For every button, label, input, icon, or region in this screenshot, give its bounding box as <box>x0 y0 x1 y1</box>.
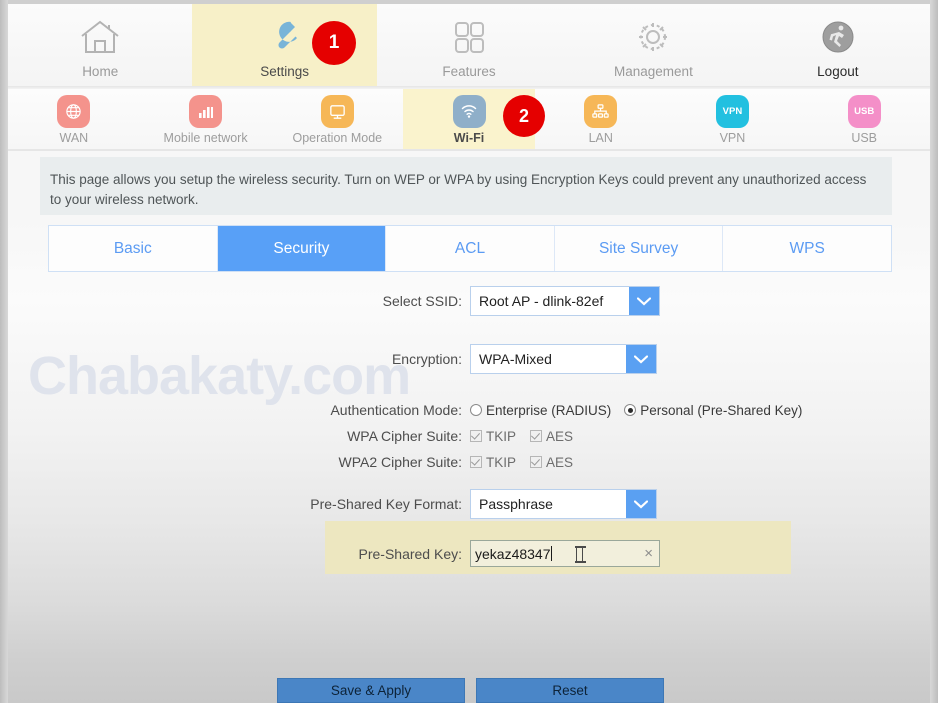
wrench-icon <box>265 17 305 57</box>
wifi-tab-bar: Basic Security ACL Site Survey WPS <box>48 225 892 272</box>
radio-label-enterprise: Enterprise (RADIUS) <box>486 402 612 418</box>
subnav-item-wan[interactable]: WAN <box>8 89 140 150</box>
chevron-down-icon[interactable] <box>626 345 656 373</box>
subnav-item-mobile-network[interactable]: Mobile network <box>140 89 272 150</box>
checkbox-checked-icon[interactable] <box>530 430 543 442</box>
nav-label-home: Home <box>82 64 119 79</box>
row-pre-shared-key: Pre-Shared Key: yekaz48347 × <box>0 540 938 567</box>
home-icon <box>79 17 121 57</box>
step-badge-1: 1 <box>312 21 356 65</box>
nav-item-logout[interactable]: Logout <box>746 4 930 88</box>
nav-label-features: Features <box>442 64 496 79</box>
checkbox-wpa-aes[interactable]: AES <box>530 429 573 444</box>
lan-icon <box>584 94 618 128</box>
gear-icon <box>633 17 673 57</box>
tab-basic[interactable]: Basic <box>49 226 218 271</box>
row-select-ssid: Select SSID: Root AP - dlink-82ef <box>0 286 938 316</box>
select-encryption-value: WPA-Mixed <box>479 351 552 367</box>
vpn-icon: VPN <box>715 94 749 128</box>
label-wpa2-cipher-suite: WPA2 Cipher Suite: <box>338 454 462 470</box>
checkbox-label-wpa-tkip: TKIP <box>486 428 517 444</box>
pre-shared-key-input[interactable]: yekaz48347 × <box>470 540 660 567</box>
label-psk-format: Pre-Shared Key Format: <box>310 496 462 512</box>
subnav-label-wan: WAN <box>59 130 89 145</box>
nav-label-settings: Settings <box>260 64 309 79</box>
nav-item-management[interactable]: Management <box>561 4 745 88</box>
form-actions: Save & Apply Reset <box>277 678 664 703</box>
subnav-label-usb: USB <box>851 130 878 145</box>
select-psk-format-value: Passphrase <box>479 496 553 512</box>
nav-label-management: Management <box>614 64 693 79</box>
subnav-item-lan[interactable]: LAN <box>535 89 667 150</box>
secondary-navigation: WAN Mobile network Operation Mode Wi-Fi … <box>8 89 930 150</box>
row-wpa2-cipher-suite: WPA2 Cipher Suite: TKIP AES <box>0 454 938 470</box>
tab-site-survey[interactable]: Site Survey <box>554 226 724 271</box>
row-encryption: Encryption: WPA-Mixed <box>0 344 938 374</box>
row-psk-format: Pre-Shared Key Format: Passphrase <box>0 489 938 519</box>
wifi-icon <box>452 94 486 128</box>
tab-wps[interactable]: WPS <box>723 226 891 271</box>
checkbox-wpa2-tkip[interactable]: TKIP <box>470 455 516 470</box>
checkbox-checked-icon[interactable] <box>530 456 543 468</box>
clear-input-icon[interactable]: × <box>644 545 653 563</box>
subnav-item-operation-mode[interactable]: Operation Mode <box>271 89 403 150</box>
row-authentication-mode: Authentication Mode: Enterprise (RADIUS)… <box>0 402 938 418</box>
label-select-ssid: Select SSID: <box>382 293 462 309</box>
row-wpa-cipher-suite: WPA Cipher Suite: TKIP AES <box>0 428 938 444</box>
label-authentication-mode: Authentication Mode: <box>330 402 462 418</box>
chevron-down-icon[interactable] <box>626 490 656 518</box>
subnav-item-usb[interactable]: USB USB <box>798 89 930 150</box>
select-encryption[interactable]: WPA-Mixed <box>470 344 657 374</box>
select-ssid-value: Root AP - dlink-82ef <box>479 293 604 309</box>
label-pre-shared-key: Pre-Shared Key: <box>358 545 463 562</box>
label-wpa-cipher-suite: WPA Cipher Suite: <box>347 428 462 444</box>
ibeam-cursor-icon <box>575 546 586 563</box>
subnav-label-vpn: VPN <box>719 130 746 145</box>
security-settings-form: Select SSID: Root AP - dlink-82ef Encryp… <box>0 286 938 519</box>
monitor-icon <box>320 94 354 128</box>
step-badge-2: 2 <box>503 95 545 137</box>
checkbox-label-wpa2-aes: AES <box>546 454 574 470</box>
nav-label-logout: Logout <box>817 64 859 79</box>
radio-button-unselected-icon[interactable] <box>470 404 482 416</box>
subnav-label-operation-mode: Operation Mode <box>292 130 383 145</box>
checkbox-label-wpa2-tkip: TKIP <box>486 454 517 470</box>
tab-security[interactable]: Security <box>217 226 387 271</box>
subnav-label-lan: LAN <box>588 130 613 145</box>
checkbox-wpa2-aes[interactable]: AES <box>530 455 573 470</box>
save-apply-button[interactable]: Save & Apply <box>277 678 465 703</box>
subnav-label-mobile-network: Mobile network <box>163 130 248 145</box>
reset-button[interactable]: Reset <box>476 678 664 703</box>
signal-icon <box>189 94 223 128</box>
radio-enterprise-radius[interactable]: Enterprise (RADIUS) <box>470 403 611 418</box>
primary-navigation: Home Settings Features Management Logout <box>8 4 930 88</box>
radio-personal-psk[interactable]: Personal (Pre-Shared Key) <box>624 403 802 418</box>
text-caret <box>550 546 552 561</box>
grid-icon <box>449 17 489 57</box>
select-psk-format[interactable]: Passphrase <box>470 489 657 519</box>
pre-shared-key-value: yekaz48347 <box>475 545 551 562</box>
checkbox-checked-icon[interactable] <box>470 430 482 442</box>
nav-divider <box>8 86 930 89</box>
chevron-down-icon[interactable] <box>629 287 659 315</box>
radio-label-personal: Personal (Pre-Shared Key) <box>640 402 803 418</box>
page-description: This page allows you setup the wireless … <box>40 157 892 215</box>
select-ssid[interactable]: Root AP - dlink-82ef <box>470 286 660 316</box>
checkbox-wpa-tkip[interactable]: TKIP <box>470 429 516 444</box>
label-encryption: Encryption: <box>391 351 462 367</box>
subnav-label-wifi: Wi-Fi <box>453 130 485 145</box>
radio-button-selected-icon[interactable] <box>624 404 637 416</box>
globe-icon <box>57 94 91 128</box>
nav-item-features[interactable]: Features <box>377 4 561 88</box>
checkbox-label-wpa-aes: AES <box>546 428 574 444</box>
logout-run-icon <box>818 17 858 57</box>
checkbox-checked-icon[interactable] <box>470 456 482 468</box>
subnav-divider <box>8 149 930 151</box>
subnav-item-vpn[interactable]: VPN VPN <box>667 89 799 150</box>
nav-item-home[interactable]: Home <box>8 4 192 88</box>
tab-acl[interactable]: ACL <box>386 226 555 271</box>
usb-icon: USB <box>847 94 881 128</box>
